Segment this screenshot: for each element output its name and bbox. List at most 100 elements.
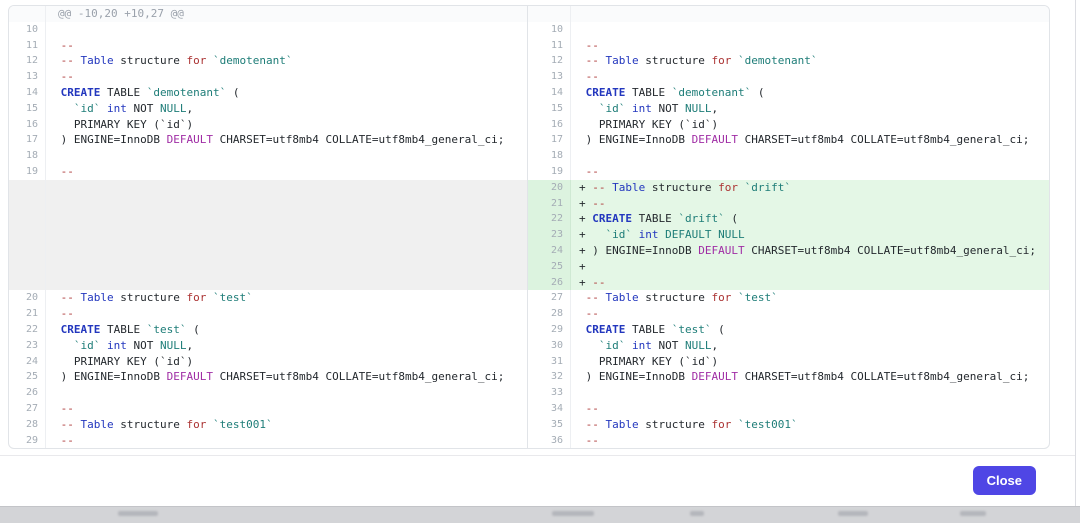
line-number-right: 13 [528,69,571,85]
code-line-left [46,196,528,212]
code-line-left [46,148,528,164]
code-token: Table [606,291,639,304]
line-number-left: 14 [9,85,46,101]
code-token: `demotenant` [147,86,226,99]
code-token: -- [579,307,599,320]
line-number-left: 29 [9,433,46,449]
code-line-right: -- [571,69,1049,85]
diff-row: 25+ [9,259,1049,275]
code-token: -- [579,402,599,415]
code-line-left: `id` int NOT NULL, [46,101,528,117]
line-number-right: 20 [528,180,571,196]
line-number-right: 33 [528,385,571,401]
code-line-right: CREATE TABLE `demotenant` ( [571,85,1049,101]
line-number-left: 26 [9,385,46,401]
code-token: PRIMARY KEY (`id`) [579,118,718,131]
code-line-right: + CREATE TABLE `drift` ( [571,211,1049,227]
code-token: -- [54,402,74,415]
diff-row: 23 `id` int NOT NULL,30 `id` int NOT NUL… [9,338,1049,354]
code-token: -- [54,307,74,320]
line-number-right: 12 [528,53,571,69]
code-token [579,291,586,304]
diff-row: 1010 [9,22,1049,38]
code-token: ( [226,86,239,99]
code-token: DEFAULT [167,133,213,146]
diff-row: 26+ -- [9,275,1049,291]
dimmed-background-text [838,511,868,516]
diff-row: 13 --13 -- [9,69,1049,85]
line-number-left [9,243,46,259]
line-number-left: 18 [9,148,46,164]
code-token: `demotenant` [738,54,817,67]
code-token: NOT [652,339,685,352]
code-token: `id` [606,228,633,241]
code-token: + [579,197,592,210]
code-token [579,102,599,115]
code-token: DEFAULT [692,133,738,146]
line-number-right: 35 [528,417,571,433]
code-line-left [46,211,528,227]
code-token: `test001` [738,418,798,431]
code-token: CHARSET=utf8mb4 COLLATE=utf8mb4_general_… [738,133,1029,146]
code-token: -- [579,70,599,83]
code-token: , [712,339,719,352]
line-number-right: 26 [528,275,571,291]
code-line-right: + -- [571,275,1049,291]
code-line-left: -- [46,306,528,322]
code-token: NULL [685,102,712,115]
code-line-left: CREATE TABLE `test` ( [46,322,528,338]
line-number-right: 28 [528,306,571,322]
code-token: `drift` [745,181,791,194]
code-token: CREATE [61,323,101,336]
code-token [54,291,61,304]
line-number-left: 12 [9,53,46,69]
code-token: structure [114,54,187,67]
code-line-right: -- [571,164,1049,180]
code-token: `demotenant` [213,54,292,67]
code-token [206,291,213,304]
hunk-header-row: @@ -10,20 +10,27 @@ [9,6,1049,22]
code-token: CREATE [586,86,626,99]
line-number-right: 18 [528,148,571,164]
code-line-left: -- Table structure for `test` [46,290,528,306]
code-token: + [579,228,606,241]
code-token: -- [61,418,81,431]
code-line-right: -- Table structure for `demotenant` [571,53,1049,69]
code-token: ) ENGINE=InnoDB [54,133,167,146]
code-token [625,102,632,115]
code-token [54,418,61,431]
code-line-right: ) ENGINE=InnoDB DEFAULT CHARSET=utf8mb4 … [571,369,1049,385]
code-line-right: + [571,259,1049,275]
diff-row: 17 ) ENGINE=InnoDB DEFAULT CHARSET=utf8m… [9,132,1049,148]
close-button[interactable]: Close [973,466,1036,495]
code-token: + [579,181,592,194]
code-token [579,86,586,99]
code-token: Table [81,418,114,431]
code-token: Table [81,291,114,304]
code-token: -- [61,291,81,304]
line-number-right: 34 [528,401,571,417]
line-number-left: 17 [9,132,46,148]
code-token: -- [586,418,606,431]
code-line-left: `id` int NOT NULL, [46,338,528,354]
code-token: int [107,102,127,115]
code-token: for [711,418,731,431]
code-line-left [46,259,528,275]
code-token: PRIMARY KEY (`id`) [579,355,718,368]
code-token: TABLE [100,86,146,99]
diff-row: 24 PRIMARY KEY (`id`)31 PRIMARY KEY (`id… [9,354,1049,370]
code-token: structure [114,291,187,304]
code-token: for [711,291,731,304]
code-line-right: `id` int NOT NULL, [571,101,1049,117]
code-token: ( [711,323,724,336]
code-token: structure [114,418,187,431]
code-token: ( [725,212,738,225]
diff-row: 25 ) ENGINE=InnoDB DEFAULT CHARSET=utf8m… [9,369,1049,385]
code-token [579,339,599,352]
code-token: int [639,228,659,241]
dimmed-background-text [552,511,594,516]
code-token: CREATE [586,323,626,336]
background-page-strip [0,506,1080,523]
diff-table[interactable]: @@ -10,20 +10,27 @@ 101011 --11 --12 -- … [8,5,1050,449]
code-token: TABLE [100,323,146,336]
